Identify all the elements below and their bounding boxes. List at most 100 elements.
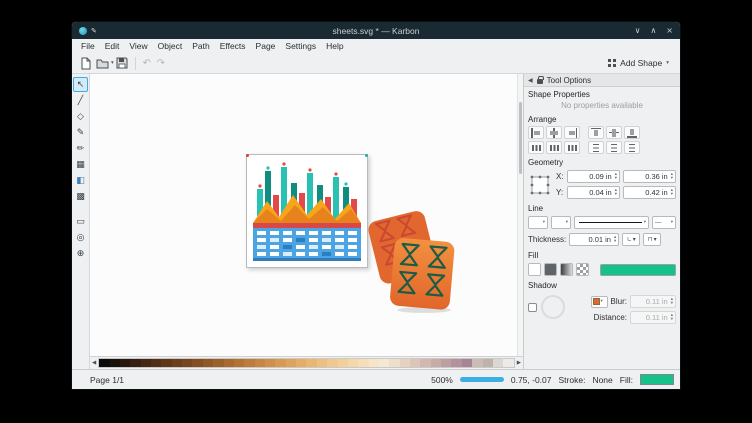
palette-swatch[interactable] [379,359,389,367]
palette-swatch[interactable] [182,359,192,367]
palette-swatch[interactable] [451,359,461,367]
redo-button[interactable]: ↷ [154,58,168,69]
y-position-spinbox[interactable]: 0.04 in▴▾ [567,186,620,199]
artboard[interactable] [246,154,368,268]
palette-swatch[interactable] [224,359,234,367]
line-width-preset-dropdown[interactable]: —▾ [652,216,676,229]
palette-swatch[interactable] [203,359,213,367]
scrollbar-thumb[interactable] [519,102,522,174]
palette-swatch[interactable] [172,359,182,367]
maximize-button[interactable]: ∧ [650,26,656,35]
fill-gradient-button[interactable] [560,263,573,276]
undo-button[interactable]: ↶ [140,58,154,69]
distribute-h-gaps-button[interactable] [564,141,580,154]
fill-none-button[interactable] [528,263,541,276]
palette-swatch[interactable] [213,359,223,367]
palette-swatch[interactable] [286,359,296,367]
fill-solid-button[interactable] [544,263,557,276]
lock-icon[interactable] [537,79,543,84]
palette-swatch[interactable] [441,359,451,367]
tool-shape-button[interactable]: ▭ [73,214,88,229]
palette-swatch[interactable] [400,359,410,367]
marker-end-dropdown[interactable]: ▾ [551,216,571,229]
docker-header[interactable]: ◀ Tool Options [524,74,680,87]
distance-spinbox[interactable]: 0.11 in▴▾ [630,311,676,324]
distribute-v-center-button[interactable] [606,141,622,154]
palette-scroll-right-icon[interactable]: ▶ [517,360,521,366]
zoom-level[interactable]: 500% [431,375,453,385]
align-bottom-button[interactable] [624,126,640,139]
align-right-button[interactable] [564,126,580,139]
tool-zoom-button[interactable]: ◎ [73,230,88,245]
save-button[interactable] [114,55,131,72]
menu-help[interactable]: Help [321,41,348,51]
palette-swatch[interactable] [348,359,358,367]
minimize-button[interactable]: ∨ [635,26,641,35]
tool-node-edit-button[interactable]: ◇ [73,109,88,124]
anchor-point-selector[interactable] [528,173,552,197]
align-vcenter-button[interactable] [606,126,622,139]
palette-swatch[interactable] [462,359,472,367]
open-document-button[interactable] [94,55,111,72]
palette-swatch[interactable] [472,359,482,367]
palette-swatch[interactable] [431,359,441,367]
canvas-vertical-scrollbar[interactable] [517,74,523,356]
palette-swatch[interactable] [255,359,265,367]
fill-pattern-button[interactable] [576,263,589,276]
palette-swatch[interactable] [369,359,379,367]
height-spinbox[interactable]: 0.42 in▴▾ [623,186,676,199]
align-top-button[interactable] [588,126,604,139]
clipboard-clipart[interactable] [362,206,460,314]
palette-swatch[interactable] [265,359,275,367]
menu-effects[interactable]: Effects [215,41,251,51]
distribute-v-top-button[interactable] [588,141,604,154]
shadow-angle-selector[interactable] [541,295,565,319]
palette-swatch[interactable] [493,359,503,367]
palette-swatch[interactable] [327,359,337,367]
align-left-button[interactable] [528,126,544,139]
canvas[interactable] [90,74,523,356]
menu-object[interactable]: Object [153,41,188,51]
fill-color-bar[interactable] [600,264,676,276]
palette-swatch[interactable] [420,359,430,367]
palette-swatch[interactable] [296,359,306,367]
close-button[interactable]: × [666,26,673,35]
menu-settings[interactable]: Settings [280,41,321,51]
palette-swatch[interactable] [110,359,120,367]
fill-color-swatch[interactable] [640,374,674,385]
tool-grid-button[interactable]: ▦ [73,157,88,172]
join-style-button[interactable]: ∟▾ [622,233,640,246]
tool-select-button[interactable]: ↖ [73,77,88,92]
shadow-color-button[interactable]: ▾ [591,296,608,308]
palette-swatch[interactable] [317,359,327,367]
menu-file[interactable]: File [76,41,100,51]
new-document-button[interactable] [77,55,94,72]
palette-swatch[interactable] [141,359,151,367]
tool-gradient-button[interactable]: ◧ [73,173,88,188]
add-shape-button[interactable]: Add Shape ▾ [602,56,675,70]
menu-path[interactable]: Path [187,41,215,51]
menu-view[interactable]: View [124,41,152,51]
palette-swatch[interactable] [275,359,285,367]
docker-collapse-icon[interactable]: ◀ [528,77,533,84]
palette-swatch[interactable] [306,359,316,367]
tool-pencil-button[interactable]: ✏ [73,141,88,156]
palette-swatch[interactable] [483,359,493,367]
selection-handle[interactable] [365,154,368,157]
palette-swatch[interactable] [358,359,368,367]
palette-swatch[interactable] [338,359,348,367]
distribute-v-gaps-button[interactable] [624,141,640,154]
distribute-h-center-button[interactable] [546,141,562,154]
selection-handle[interactable] [246,154,249,157]
tool-pan-button[interactable]: ⊕ [73,246,88,261]
cap-style-button[interactable]: ⊓▾ [643,233,661,246]
tool-calligraphy-button[interactable]: ✎ [73,125,88,140]
palette-swatch[interactable] [410,359,420,367]
palette-swatch[interactable] [151,359,161,367]
x-position-spinbox[interactable]: 0.09 in▴▾ [567,170,620,183]
tool-freehand-path-button[interactable]: ╱ [73,93,88,108]
distribute-h-left-button[interactable] [528,141,544,154]
palette-swatch[interactable] [130,359,140,367]
palette-swatch[interactable] [161,359,171,367]
menu-page[interactable]: Page [251,41,281,51]
